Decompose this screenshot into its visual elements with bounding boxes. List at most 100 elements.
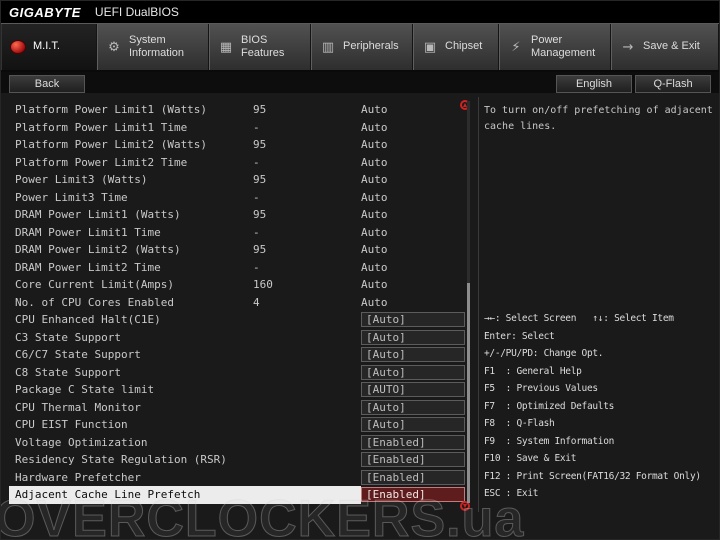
tab-bar: M.I.T.⚙System Information▦BIOS Features▥…: [1, 23, 719, 72]
tab-peripherals[interactable]: ▥ Peripherals: [311, 24, 413, 70]
language-button[interactable]: English: [556, 75, 632, 93]
setting-label: Residency State Regulation (RSR): [9, 453, 253, 466]
card-icon: ▥: [320, 39, 336, 55]
tab-mit[interactable]: M.I.T.: [1, 24, 97, 70]
setting-row[interactable]: Platform Power Limit2 Time-Auto: [9, 154, 465, 172]
legend-line: F8 : Q-Flash: [484, 415, 713, 433]
setting-option[interactable]: [Auto]: [361, 330, 465, 345]
setting-row[interactable]: Core Current Limit(Amps)160Auto: [9, 276, 465, 294]
setting-label: C6/C7 State Support: [9, 348, 253, 361]
setting-option: Auto: [361, 191, 465, 204]
tab-label: Power Management: [531, 34, 595, 60]
legend-line: F5 : Previous Values: [484, 380, 713, 398]
setting-row[interactable]: Residency State Regulation (RSR) [Enabled…: [9, 451, 465, 469]
setting-label: CPU Enhanced Halt(C1E): [9, 313, 253, 326]
help-text: To turn on/off prefetching of adjacent c…: [484, 103, 713, 135]
setting-option: Auto: [361, 156, 465, 169]
setting-row[interactable]: C3 State Support [Auto]: [9, 329, 465, 347]
setting-row[interactable]: DRAM Power Limit1 (Watts)95Auto: [9, 206, 465, 224]
setting-value: 95: [253, 138, 361, 151]
setting-option[interactable]: [Enabled]: [361, 435, 465, 450]
power-icon: [10, 40, 26, 54]
setting-value: 95: [253, 103, 361, 116]
setting-row[interactable]: Power Limit3 Time-Auto: [9, 189, 465, 207]
setting-row[interactable]: DRAM Power Limit1 Time-Auto: [9, 224, 465, 242]
setting-option: Auto: [361, 173, 465, 186]
setting-value: -: [253, 261, 361, 274]
setting-row[interactable]: DRAM Power Limit2 (Watts)95Auto: [9, 241, 465, 259]
setting-option: Auto: [361, 103, 465, 116]
setting-row[interactable]: Platform Power Limit2 (Watts)95Auto: [9, 136, 465, 154]
key-legend: →←: Select Screen ↑↓: Select ItemEnter: …: [484, 310, 713, 503]
setting-label: Voltage Optimization: [9, 436, 253, 449]
setting-option[interactable]: [Auto]: [361, 417, 465, 432]
qflash-button[interactable]: Q-Flash: [635, 75, 711, 93]
toolbar-right-group: English Q-Flash: [556, 75, 711, 93]
setting-option[interactable]: [Enabled]: [361, 452, 465, 467]
setting-option[interactable]: [Auto]: [361, 312, 465, 327]
settings-list: Platform Power Limit1 (Watts)95AutoPlatf…: [9, 101, 465, 504]
setting-option[interactable]: [Enabled]: [361, 470, 465, 485]
setting-option: Auto: [361, 296, 465, 309]
tab-label: Peripherals: [343, 40, 399, 53]
tab-bios-features[interactable]: ▦BIOS Features: [209, 24, 311, 70]
back-button[interactable]: Back: [9, 75, 85, 93]
setting-row[interactable]: CPU EIST Function [Auto]: [9, 416, 465, 434]
setting-option[interactable]: [Auto]: [361, 365, 465, 380]
main-area: Platform Power Limit1 (Watts)95AutoPlatf…: [1, 93, 720, 540]
setting-label: DRAM Power Limit2 (Watts): [9, 243, 253, 256]
legend-line: →←: Select Screen ↑↓: Select Item: [484, 310, 713, 328]
setting-label: C3 State Support: [9, 331, 253, 344]
setting-label: Power Limit3 (Watts): [9, 173, 253, 186]
setting-row[interactable]: C8 State Support [Auto]: [9, 364, 465, 382]
setting-label: CPU EIST Function: [9, 418, 253, 431]
tab-system-information[interactable]: ⚙System Information: [97, 24, 209, 70]
setting-label: C8 State Support: [9, 366, 253, 379]
setting-row[interactable]: Hardware Prefetcher [Enabled]: [9, 469, 465, 487]
tab-save-exit[interactable]: → Save & Exit: [611, 24, 719, 70]
setting-value: -: [253, 121, 361, 134]
bios-screen: GIGABYTE UEFI DualBIOS M.I.T. ⚙System Inf…: [0, 0, 720, 540]
legend-line: +/-/PU/PD: Change Opt.: [484, 345, 713, 363]
setting-row[interactable]: DRAM Power Limit2 Time-Auto: [9, 259, 465, 277]
setting-option: Auto: [361, 138, 465, 151]
tab-label: M.I.T.: [33, 40, 60, 53]
setting-row[interactable]: No. of CPU Cores Enabled4Auto: [9, 294, 465, 312]
setting-label: Package C State limit: [9, 383, 253, 396]
scrollbar-track[interactable]: [467, 101, 470, 503]
tab-chipset[interactable]: ▣Chipset: [413, 24, 499, 70]
setting-row[interactable]: Voltage Optimization [Enabled]: [9, 434, 465, 452]
setting-row[interactable]: CPU Thermal Monitor[Auto]: [9, 399, 465, 417]
setting-label: Adjacent Cache Line Prefetch: [9, 488, 253, 501]
setting-value: -: [253, 156, 361, 169]
grid-icon: ▦: [218, 39, 234, 55]
setting-option: Auto: [361, 243, 465, 256]
firmware-title: UEFI DualBIOS: [95, 5, 179, 19]
scrollbar-thumb[interactable]: [467, 283, 470, 503]
setting-row[interactable]: Platform Power Limit1 (Watts)95Auto: [9, 101, 465, 119]
setting-label: DRAM Power Limit1 (Watts): [9, 208, 253, 221]
legend-line: Enter: Select: [484, 328, 713, 346]
setting-row[interactable]: Adjacent Cache Line Prefetch [Enabled]: [9, 486, 465, 504]
gigabyte-logo: GIGABYTE: [9, 5, 81, 20]
setting-row[interactable]: C6/C7 State Support [Auto]: [9, 346, 465, 364]
setting-option[interactable]: [AUTO]: [361, 382, 465, 397]
setting-label: Hardware Prefetcher: [9, 471, 253, 484]
legend-line: F7 : Optimized Defaults: [484, 398, 713, 416]
setting-option: Auto: [361, 121, 465, 134]
legend-line: F9 : System Information: [484, 433, 713, 451]
setting-row[interactable]: Package C State limit [AUTO]: [9, 381, 465, 399]
exit-icon: →: [620, 39, 636, 55]
setting-option[interactable]: [Auto]: [361, 400, 465, 415]
tab-label: Save & Exit: [643, 40, 700, 53]
setting-option[interactable]: [Auto]: [361, 347, 465, 362]
setting-value: 95: [253, 208, 361, 221]
setting-option[interactable]: [Enabled]: [361, 487, 465, 502]
setting-row[interactable]: Platform Power Limit1 Time-Auto: [9, 119, 465, 137]
legend-line: ESC : Exit: [484, 485, 713, 503]
setting-option: Auto: [361, 261, 465, 274]
setting-row[interactable]: CPU Enhanced Halt(C1E) [Auto]: [9, 311, 465, 329]
setting-row[interactable]: Power Limit3 (Watts)95Auto: [9, 171, 465, 189]
tab-label: Chipset: [445, 40, 482, 53]
tab-power-management[interactable]: ⚡Power Management: [499, 24, 611, 70]
